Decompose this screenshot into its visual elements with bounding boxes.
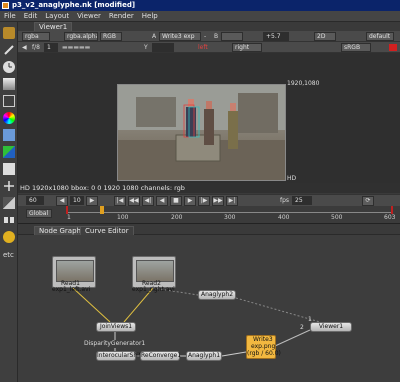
viewer-input-label-2: 2: [300, 324, 304, 331]
read2-thumbnail: [136, 260, 174, 282]
read1-thumbnail: [56, 260, 94, 282]
node-viewer1[interactable]: Viewer1: [310, 322, 352, 332]
node-disparity-generator1[interactable]: DisparityGenerator1: [84, 340, 145, 347]
read1-file: exp1_left.avi: [52, 286, 91, 293]
node-reconverge1[interactable]: ReConverge1: [140, 351, 181, 361]
node-joinviews1[interactable]: JoinViews1: [96, 322, 136, 332]
node-interocular-shift1[interactable]: InterocularShift1: [96, 351, 147, 361]
write3-name: Write3: [253, 336, 273, 343]
write3-info: (rgb / 60.0): [247, 350, 281, 357]
viewer-input-label-1: 1: [308, 316, 312, 323]
read2-file: exp1_right.avi: [132, 286, 175, 293]
node-anaglyph2[interactable]: Anaglyph2: [198, 290, 236, 300]
write3-file: exp.png: [251, 343, 276, 350]
node-anaglyph1[interactable]: Anaglyph1: [186, 351, 222, 361]
